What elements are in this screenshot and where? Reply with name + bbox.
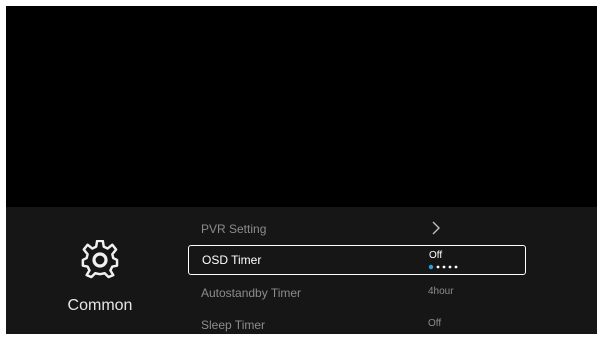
settings-panel: Common PVR Setting OSD Timer Off Autosta… (6, 207, 597, 334)
menu-item-sleep-timer[interactable]: Sleep Timer Off (188, 310, 526, 334)
menu-item-value: Off (429, 250, 443, 261)
gear-icon (81, 240, 119, 279)
category-common: Common (50, 235, 150, 325)
menu-item-label: OSD Timer (202, 253, 262, 267)
menu-item-autostandby-timer[interactable]: Autostandby Timer 4hour (188, 278, 526, 308)
tv-screen: Common PVR Setting OSD Timer Off Autosta… (6, 6, 597, 334)
chevron-right-icon (432, 221, 440, 235)
menu-item-label: PVR Setting (201, 222, 267, 236)
menu-item-osd-timer[interactable]: OSD Timer Off (188, 245, 526, 275)
menu-item-pvr-setting[interactable]: PVR Setting (188, 214, 526, 244)
menu-item-label: Autostandby Timer (201, 286, 302, 300)
category-label: Common (67, 297, 133, 314)
menu-item-label: Sleep Timer (201, 318, 266, 332)
menu-item-value: 4hour (428, 286, 454, 297)
menu-item-value: Off (428, 318, 442, 329)
option-position-indicator (428, 264, 458, 270)
